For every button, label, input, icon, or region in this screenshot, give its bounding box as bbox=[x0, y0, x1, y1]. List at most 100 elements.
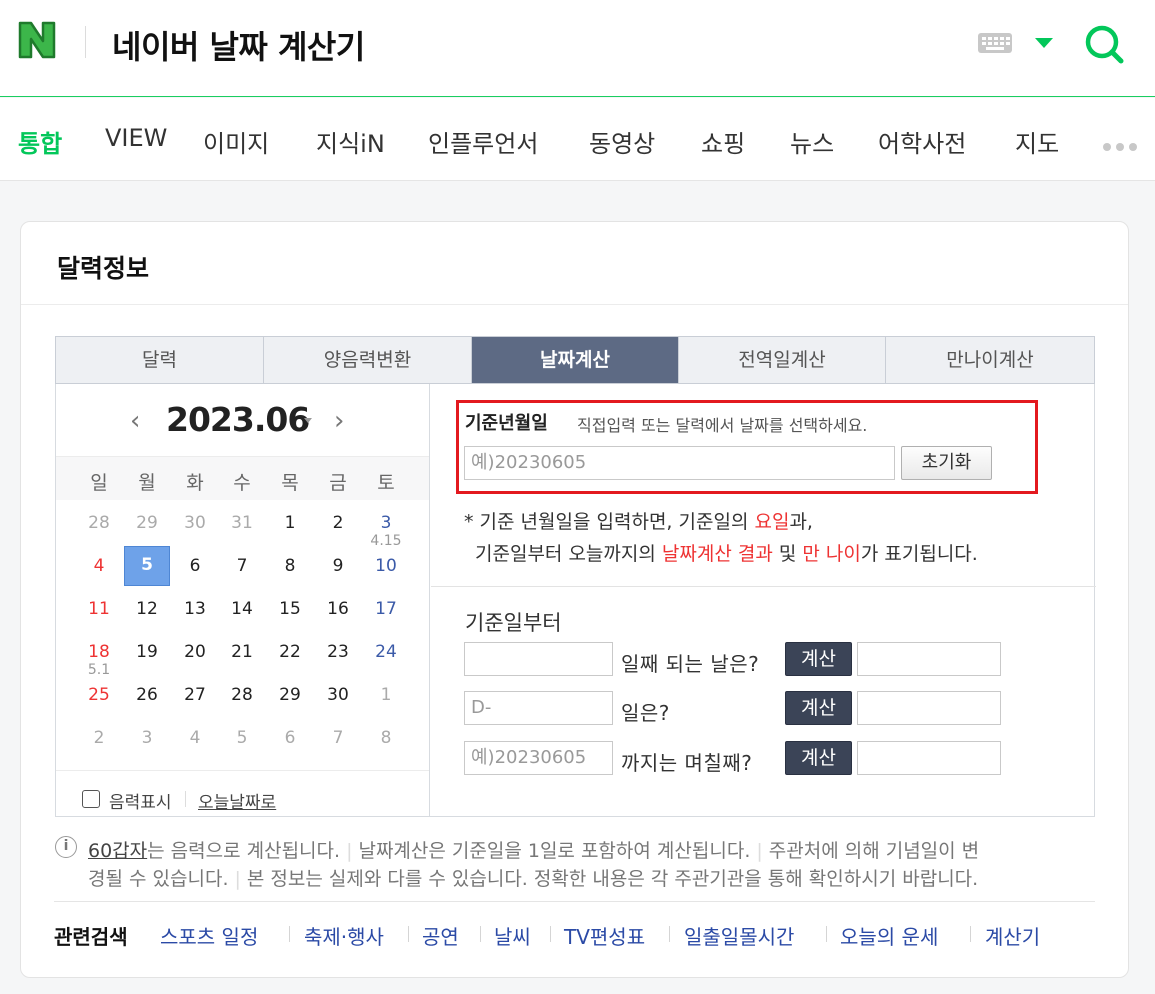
today-link[interactable]: 오늘날짜로 bbox=[198, 788, 276, 813]
calendar-day[interactable]: 22 bbox=[270, 642, 310, 662]
prev-month-icon[interactable]: ‹ bbox=[130, 406, 140, 436]
calendar-day[interactable]: 25 bbox=[79, 685, 119, 705]
related-link-sunrise-sunset[interactable]: 일출일몰시간 bbox=[684, 921, 794, 950]
related-separator bbox=[669, 926, 670, 942]
calc-button-days-after[interactable]: 계산 bbox=[785, 642, 852, 676]
calendar-day[interactable]: 24 bbox=[366, 642, 406, 662]
calendar-day[interactable]: 15 bbox=[270, 599, 310, 619]
calendar-day[interactable]: 3 bbox=[127, 728, 167, 748]
calendar-day[interactable]: 12 bbox=[127, 599, 167, 619]
top-search-bar: 네이버 날짜 계산기 bbox=[0, 0, 1155, 97]
tool-tab-discharge-calc[interactable]: 전역일계산 bbox=[679, 337, 886, 383]
calendar-day[interactable]: 21 bbox=[222, 642, 262, 662]
sexagenary-link[interactable]: 60갑자 bbox=[88, 840, 147, 862]
calendar-day[interactable]: 30 bbox=[175, 513, 215, 533]
tab-news[interactable]: 뉴스 bbox=[790, 124, 834, 159]
calendar-day[interactable]: 28 bbox=[222, 685, 262, 705]
calendar-day[interactable]: 13 bbox=[175, 599, 215, 619]
calendar-day[interactable]: 1 bbox=[270, 513, 310, 533]
until-date-input[interactable]: 예)20230605 bbox=[464, 741, 613, 775]
calendar-day[interactable]: 16 bbox=[318, 599, 358, 619]
calendar-day[interactable]: 29 bbox=[270, 685, 310, 705]
calendar-day[interactable]: 5 bbox=[222, 728, 262, 748]
lunar-display-checkbox[interactable] bbox=[82, 790, 100, 808]
calendar-day[interactable]: 28 bbox=[79, 513, 119, 533]
search-icon[interactable] bbox=[1084, 24, 1124, 64]
related-link-tv-schedule[interactable]: TV편성표 bbox=[564, 921, 645, 950]
info-line-2: 경될 수 있습니다. | 본 정보는 실제와 다를 수 있습니다. 정확한 내용은 … bbox=[88, 868, 979, 890]
related-link-weather[interactable]: 날씨 bbox=[494, 921, 531, 950]
calendar-day[interactable]: 7 bbox=[222, 556, 262, 576]
calendar-day[interactable]: 9 bbox=[318, 556, 358, 576]
tab-kin[interactable]: 지식iN bbox=[316, 124, 385, 159]
calendar-day[interactable]: 8 bbox=[366, 728, 406, 748]
calendar-month[interactable]: 2023.06 bbox=[166, 400, 310, 439]
note-result-highlight: 날짜계산 결과 bbox=[661, 543, 773, 565]
next-month-icon[interactable]: › bbox=[334, 406, 344, 436]
tab-integrated[interactable]: 통합 bbox=[18, 124, 62, 159]
calendar-day[interactable]: 31 bbox=[222, 513, 262, 533]
calendar-day[interactable]: 2 bbox=[79, 728, 119, 748]
calendar-day[interactable]: 27 bbox=[175, 685, 215, 705]
related-link-fortune[interactable]: 오늘의 운세 bbox=[840, 921, 938, 950]
calendar-day[interactable]: 30 bbox=[318, 685, 358, 705]
related-link-calculator[interactable]: 계산기 bbox=[985, 921, 1040, 950]
lunar-display-label[interactable]: 음력표시 bbox=[109, 788, 172, 813]
calendar-pane: ‹ 2023.06 › 일 월 화 수 목 금 토 28 29 30 31 1 2 3 4 5 6… bbox=[56, 384, 430, 816]
search-query-text[interactable]: 네이버 날짜 계산기 bbox=[112, 22, 365, 68]
calendar-day[interactable]: 6 bbox=[270, 728, 310, 748]
calendar-day[interactable]: 7 bbox=[318, 728, 358, 748]
calendar-day[interactable]: 18 bbox=[79, 642, 119, 662]
calendar-day[interactable]: 2 bbox=[318, 513, 358, 533]
tab-influencer[interactable]: 인플루언서 bbox=[428, 124, 538, 159]
calc-button-until-date[interactable]: 계산 bbox=[785, 741, 852, 775]
calc-button-d-day[interactable]: 계산 bbox=[785, 691, 852, 725]
autocomplete-toggle-icon[interactable] bbox=[1035, 38, 1053, 48]
weekday-label: 목 bbox=[281, 472, 299, 494]
tool-tab-lunar-convert[interactable]: 양음력변환 bbox=[264, 337, 472, 383]
tab-images[interactable]: 이미지 bbox=[203, 124, 269, 159]
card-title: 달력정보 bbox=[57, 254, 150, 283]
calendar-day[interactable]: 29 bbox=[127, 513, 167, 533]
base-date-input[interactable]: 예)20230605 bbox=[464, 446, 895, 480]
calendar-day[interactable]: 26 bbox=[127, 685, 167, 705]
until-date-result bbox=[857, 741, 1001, 775]
calendar-day[interactable]: 10 bbox=[366, 556, 406, 576]
calendar-day[interactable]: 23 bbox=[318, 642, 358, 662]
naver-logo-icon[interactable] bbox=[14, 17, 60, 63]
lunar-date-mark: 5.1 bbox=[87, 662, 111, 678]
calendar-day-selected[interactable]: 5 bbox=[124, 546, 170, 586]
tab-shopping[interactable]: 쇼핑 bbox=[701, 124, 745, 159]
related-link-performance[interactable]: 공연 bbox=[422, 921, 459, 950]
calendar-day[interactable]: 4 bbox=[175, 728, 215, 748]
d-day-input[interactable]: D- bbox=[464, 691, 613, 725]
calendar-day[interactable]: 8 bbox=[270, 556, 310, 576]
weekday-label: 화 bbox=[186, 472, 204, 494]
calendar-day[interactable]: 20 bbox=[175, 642, 215, 662]
tool-tab-calendar[interactable]: 달력 bbox=[56, 337, 264, 383]
calendar-day[interactable]: 19 bbox=[127, 642, 167, 662]
tool-tab-date-calc[interactable]: 날짜계산 bbox=[472, 337, 679, 383]
related-link-sports[interactable]: 스포츠 일정 bbox=[160, 921, 258, 950]
calendar-day[interactable]: 3 bbox=[366, 513, 406, 533]
calendar-day[interactable]: 14 bbox=[222, 599, 262, 619]
keyboard-icon[interactable] bbox=[978, 33, 1012, 53]
tool-tabs: 달력 양음력변환 날짜계산 전역일계산 만나이계산 bbox=[55, 336, 1095, 384]
more-icon[interactable] bbox=[1103, 136, 1142, 155]
base-date-help: 직접입력 또는 달력에서 날짜를 선택하세요. bbox=[577, 416, 868, 435]
tab-video[interactable]: 동영상 bbox=[589, 124, 655, 159]
days-after-input[interactable] bbox=[464, 642, 613, 676]
tab-view[interactable]: VIEW bbox=[105, 124, 167, 152]
related-link-festival[interactable]: 축제·행사 bbox=[304, 921, 384, 950]
tab-map[interactable]: 지도 bbox=[1015, 124, 1059, 159]
calendar-day[interactable]: 4 bbox=[79, 556, 119, 576]
month-dropdown-icon[interactable] bbox=[304, 418, 312, 423]
calendar-day[interactable]: 17 bbox=[366, 599, 406, 619]
base-date-label: 기준년월일 bbox=[465, 413, 548, 434]
calendar-day[interactable]: 6 bbox=[175, 556, 215, 576]
calendar-day[interactable]: 1 bbox=[366, 685, 406, 705]
tool-tab-age-calc[interactable]: 만나이계산 bbox=[886, 337, 1094, 383]
calendar-day[interactable]: 11 bbox=[79, 599, 119, 619]
tab-dictionary[interactable]: 어학사전 bbox=[878, 124, 966, 159]
reset-button[interactable]: 초기화 bbox=[901, 446, 992, 480]
